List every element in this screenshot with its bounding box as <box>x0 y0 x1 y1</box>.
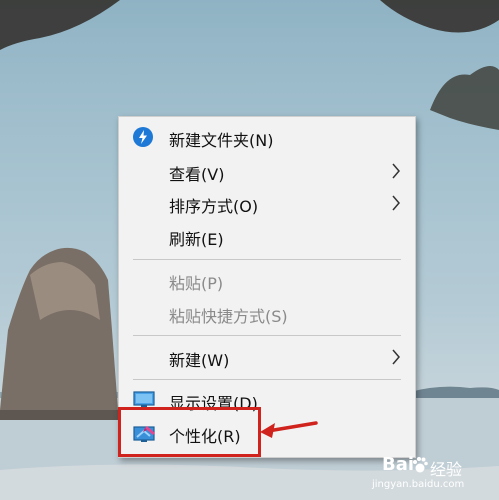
menu-item-label: 排序方式(O) <box>169 197 259 216</box>
watermark-brand: Bai <box>382 454 415 475</box>
shield-lightning-icon <box>133 127 153 151</box>
menu-item-new-folder[interactable]: 新建文件夹(N) <box>119 121 415 153</box>
menu-item-sort-by[interactable]: 排序方式(O) <box>119 187 415 219</box>
menu-item-new[interactable]: 新建(W) <box>119 341 415 373</box>
menu-item-paste-shortcut[interactable]: 粘贴快捷方式(S) <box>119 297 415 329</box>
chevron-right-icon <box>391 195 401 215</box>
menu-separator <box>133 259 401 260</box>
paw-icon <box>412 456 428 478</box>
menu-item-label: 粘贴快捷方式(S) <box>169 307 288 326</box>
menu-item-label: 粘贴(P) <box>169 274 224 293</box>
chevron-right-icon <box>391 163 401 183</box>
menu-separator <box>133 335 401 336</box>
menu-item-view[interactable]: 查看(V) <box>119 155 415 187</box>
menu-item-refresh[interactable]: 刷新(E) <box>119 220 415 252</box>
menu-item-label: 刷新(E) <box>169 230 224 249</box>
menu-separator <box>133 379 401 380</box>
watermark-url: jingyan.baidu.com <box>372 479 465 490</box>
menu-item-label: 新建(W) <box>169 351 230 370</box>
baidu-jingyan-watermark: Bai 经验 jingyan.baidu.com <box>360 452 495 497</box>
watermark-name: 经验 <box>430 460 463 479</box>
menu-item-label: 查看(V) <box>169 165 225 184</box>
menu-item-paste[interactable]: 粘贴(P) <box>119 264 415 296</box>
chevron-right-icon <box>391 349 401 369</box>
annotation-highlight-box <box>118 407 261 457</box>
menu-item-label: 新建文件夹(N) <box>169 131 274 150</box>
red-arrow-icon <box>258 417 320 445</box>
